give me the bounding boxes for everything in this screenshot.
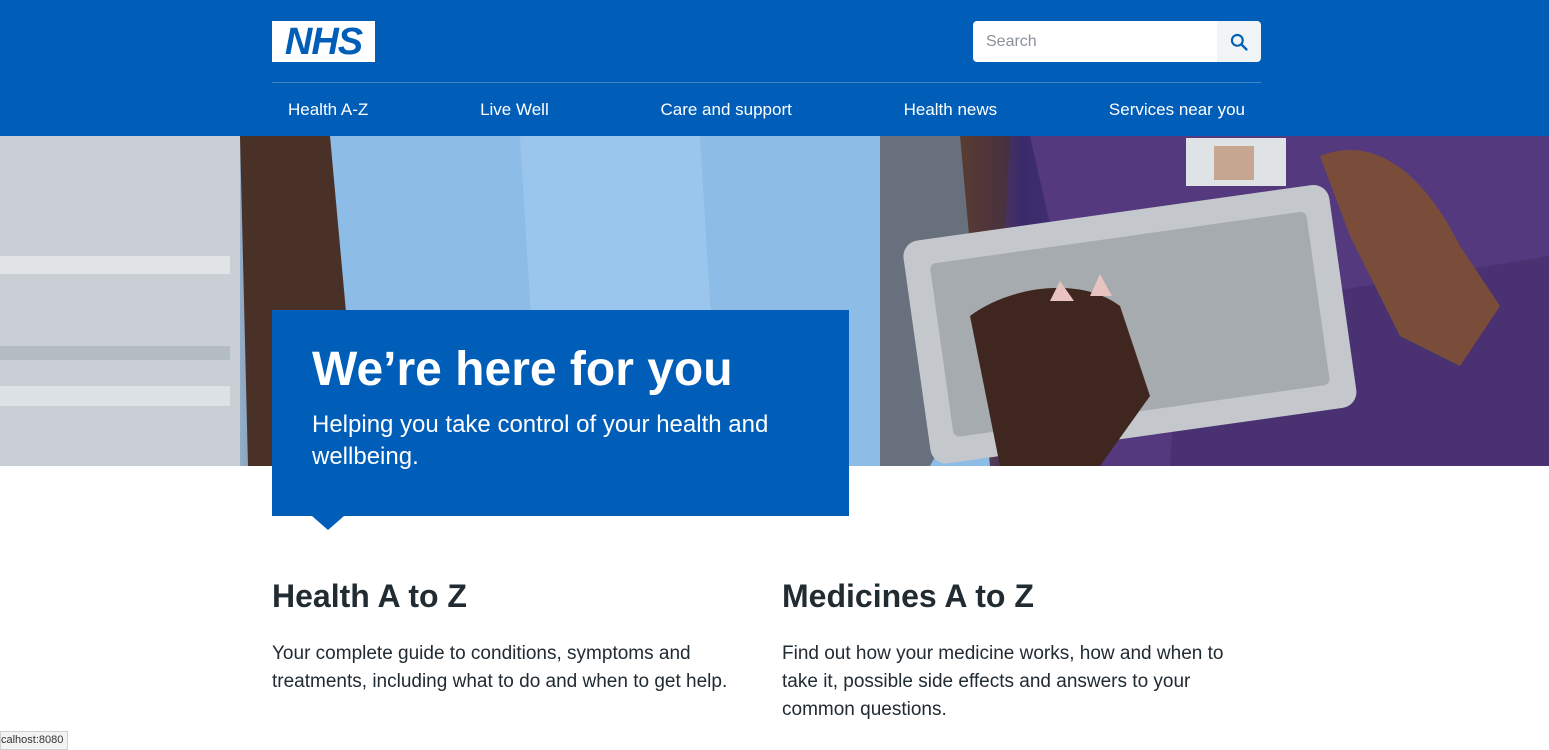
- search-button[interactable]: [1217, 21, 1261, 62]
- nav-item-health-news[interactable]: Health news: [904, 100, 998, 120]
- site-header: NHS Health A-Z Live Well Care and suppor…: [0, 0, 1549, 136]
- search-input[interactable]: [973, 21, 1217, 62]
- hero-card-arrow: [312, 516, 344, 530]
- health-a-to-z-description: Your complete guide to conditions, sympt…: [272, 643, 728, 692]
- hero-subtitle: Helping you take control of your health …: [312, 411, 769, 471]
- health-a-to-z-section: Health A to Z Your complete guide to con…: [272, 576, 742, 696]
- medicines-a-to-z-description: Find out how your medicine works, how an…: [782, 643, 1224, 720]
- search-form: [973, 21, 1261, 62]
- medicines-a-to-z-section: Medicines A to Z Find out how your medic…: [782, 576, 1252, 724]
- primary-nav: Health A-Z Live Well Care and support He…: [272, 83, 1261, 136]
- medicines-a-to-z-heading[interactable]: Medicines A to Z: [782, 576, 1252, 616]
- nhs-logo-text: NHS: [284, 20, 363, 63]
- nav-item-care-and-support[interactable]: Care and support: [660, 100, 791, 120]
- search-icon: [1230, 33, 1248, 51]
- hero-title: We’re here for you: [312, 343, 733, 396]
- browser-status-bar: calhost:8080: [0, 731, 69, 750]
- nav-item-live-well[interactable]: Live Well: [480, 100, 549, 120]
- nav-item-health-a-z[interactable]: Health A-Z: [288, 100, 368, 120]
- health-a-to-z-heading[interactable]: Health A to Z: [272, 576, 742, 616]
- hero-card: We’re here for you Helping you take cont…: [272, 310, 849, 516]
- nhs-logo[interactable]: NHS: [272, 21, 375, 62]
- nav-item-services-near-you[interactable]: Services near you: [1109, 100, 1245, 120]
